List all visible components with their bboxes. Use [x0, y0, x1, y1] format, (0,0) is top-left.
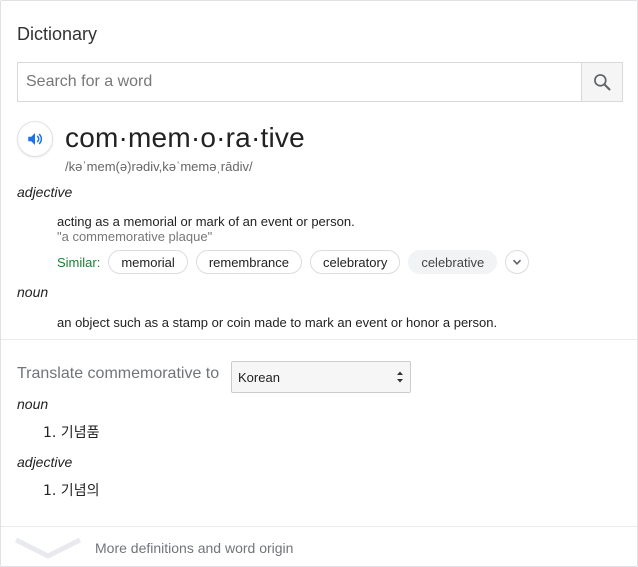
divider — [1, 339, 637, 340]
divider — [1, 526, 637, 527]
chevron-down-icon[interactable] — [15, 536, 81, 560]
similar-label: Similar: — [57, 254, 101, 270]
similar-chip[interactable]: celebratory — [310, 250, 401, 274]
search-icon — [594, 74, 611, 91]
dictionary-card: Dictionary com·mem·o·ra·tive /kəˈmem(ə)r… — [0, 0, 638, 567]
pronunciation-button[interactable] — [17, 121, 53, 157]
translation-item: 1. 기념의 — [43, 483, 100, 499]
definition: acting as a memorial or mark of an event… — [57, 214, 355, 229]
translation-item: 1. 기념품 — [43, 425, 100, 441]
similar-chip[interactable]: memorial — [108, 250, 188, 274]
phonetic: /kəˈmem(ə)rədiv,kəˈmeməˌrādiv/ — [65, 159, 253, 174]
search-bar — [17, 62, 623, 102]
search-input[interactable] — [18, 63, 582, 101]
part-of-speech: adjective — [17, 184, 73, 200]
select-arrows-icon — [397, 371, 403, 383]
translation-pos: noun — [17, 396, 49, 412]
translate-label: Translate commemorative to — [17, 365, 220, 382]
similar-chip[interactable]: celebrative — [408, 250, 498, 274]
similar-words: Similar: memorial remembrance celebrator… — [57, 250, 530, 274]
search-button[interactable] — [581, 63, 622, 101]
part-of-speech: noun — [17, 284, 49, 300]
expand-similar-button[interactable] — [505, 250, 530, 274]
similar-chip[interactable]: remembrance — [195, 250, 303, 274]
more-definitions-link[interactable]: More definitions and word origin — [95, 540, 293, 556]
headword: com·mem·o·ra·tive — [65, 122, 305, 153]
chevron-down-icon — [513, 259, 522, 265]
language-select[interactable]: Korean — [231, 361, 411, 393]
language-select-value: Korean — [238, 369, 280, 385]
speaker-icon — [28, 133, 43, 145]
translation-pos: adjective — [17, 454, 73, 470]
card-title: Dictionary — [17, 24, 98, 44]
definition: an object such as a stamp or coin made t… — [57, 315, 498, 330]
example: "a commemorative plaque" — [57, 229, 213, 244]
